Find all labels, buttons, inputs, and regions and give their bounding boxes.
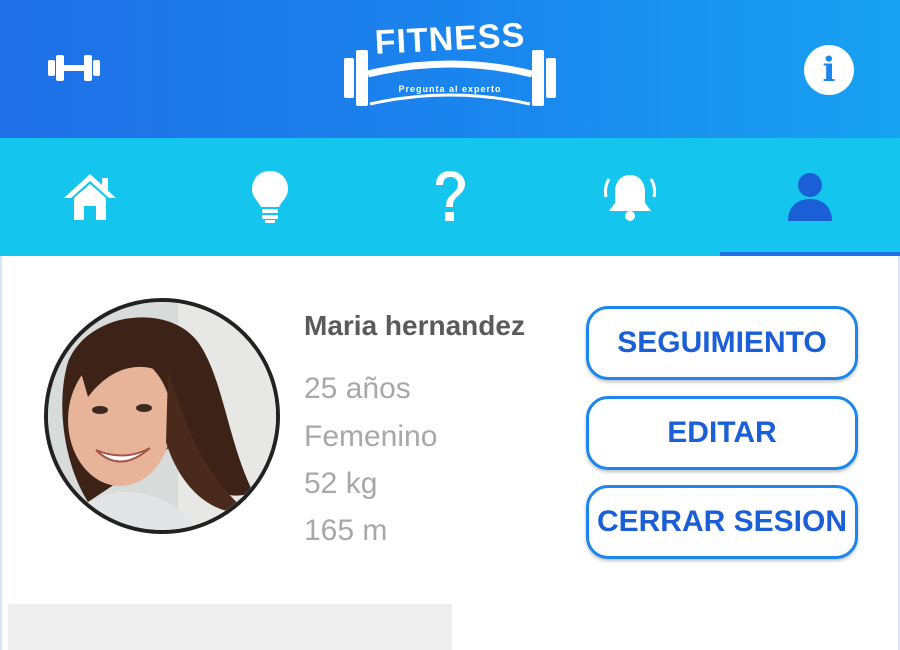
fitness-logo: FITNESS Pregunta al experto bbox=[338, 12, 562, 122]
lightbulb-icon bbox=[252, 171, 288, 223]
tab-tips[interactable] bbox=[180, 138, 360, 256]
profile-panel: Maria hernandez 25 años Femenino 52 kg 1… bbox=[0, 256, 900, 650]
user-height: 165 m bbox=[304, 514, 388, 547]
content-card bbox=[8, 604, 452, 650]
tab-home[interactable] bbox=[0, 138, 180, 256]
user-gender: Femenino bbox=[304, 420, 438, 453]
info-icon[interactable]: i bbox=[804, 45, 854, 95]
tab-profile[interactable] bbox=[720, 138, 900, 256]
logo-tagline: Pregunta al experto bbox=[398, 84, 502, 94]
user-icon bbox=[788, 173, 832, 221]
home-icon bbox=[64, 174, 116, 220]
tab-notifications[interactable] bbox=[540, 138, 720, 256]
question-icon bbox=[436, 171, 465, 221]
user-name: Maria hernandez bbox=[304, 310, 525, 341]
app-header: FITNESS Pregunta al experto i bbox=[0, 0, 900, 138]
tracking-button[interactable]: SEGUIMIENTO bbox=[586, 306, 858, 380]
logout-button[interactable]: CERRAR SESION bbox=[586, 485, 858, 559]
user-weight: 52 kg bbox=[304, 467, 378, 500]
profile-photo bbox=[48, 302, 276, 530]
avatar bbox=[44, 298, 280, 534]
tab-questions[interactable] bbox=[360, 138, 540, 256]
tab-bar bbox=[0, 138, 900, 256]
bell-icon bbox=[603, 175, 657, 221]
edit-button[interactable]: EDITAR bbox=[586, 396, 858, 470]
dumbbell-icon[interactable] bbox=[46, 50, 102, 86]
user-age: 25 años bbox=[304, 372, 411, 405]
